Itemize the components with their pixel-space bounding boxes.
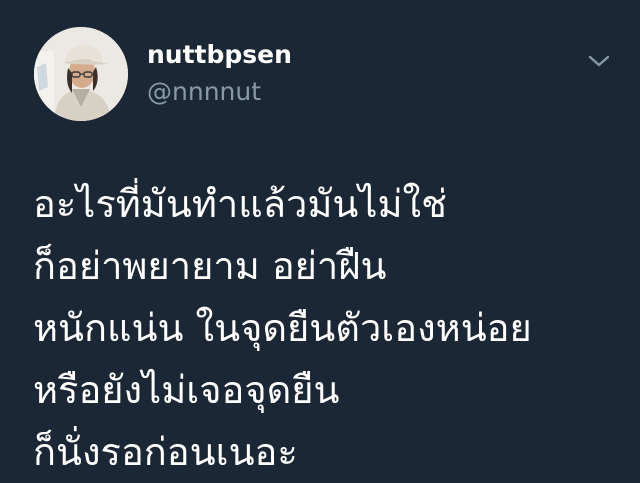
tweet-text: อะไรที่มันทำแล้วมันไม่ใช่ ก็อย่าพยายาม อ…: [33, 173, 623, 483]
tweet-card: nuttbpsen @nnnnut อะไรที่มันทำแล้วมันไม่…: [0, 0, 640, 474]
chevron-down-icon: [588, 55, 610, 67]
tweet-text-line: หรือยังไม่เจอจุดยืน: [33, 368, 340, 412]
tweet-text-line: หนักแน่น ในจุดยืนตัวเองหน่อย: [33, 306, 532, 350]
tweet-text-line: ก็อย่าพยายาม อย่าฝืน: [33, 244, 387, 288]
tweet-menu-button[interactable]: [584, 48, 614, 72]
author-avatar[interactable]: [34, 27, 128, 121]
tweet-text-line: อะไรที่มันทำแล้วมันไม่ใช่: [33, 182, 447, 226]
author-display-name[interactable]: nuttbpsen: [147, 40, 292, 70]
tweet-text-line: ก็นั่งรอก่อนเนอะ: [33, 430, 298, 474]
avatar-photo-icon: [34, 27, 128, 121]
author-handle[interactable]: @nnnnut: [147, 77, 261, 107]
